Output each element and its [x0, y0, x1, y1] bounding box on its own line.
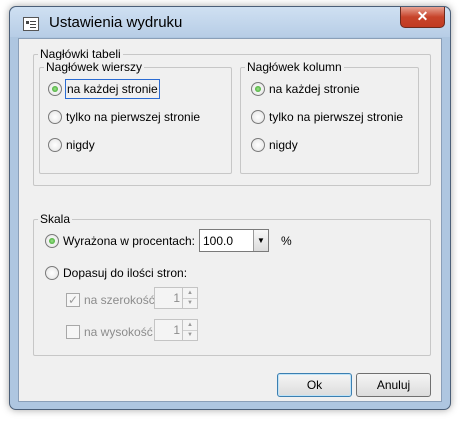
checkbox-label: na wysokość [84, 325, 153, 339]
cancel-button[interactable]: Anuluj [356, 373, 431, 397]
ok-button[interactable]: Ok [277, 373, 352, 397]
radio-button[interactable] [251, 110, 265, 124]
column-header-group: Nagłówek kolumn na każdej stronie tylko … [240, 60, 419, 174]
title-bar: Ustawienia wydruku ✕ [10, 7, 450, 37]
table-headers-group: Nagłówki tabeli Nagłówek wierszy na każd… [33, 47, 431, 186]
scale-group: Skala Wyrażona w procentach: 100.0 ▼ % D… [33, 212, 431, 356]
radio-label: tylko na pierwszej stronie [269, 110, 404, 124]
radio-button[interactable] [45, 266, 59, 280]
radio-label: Dopasuj do ilości stron: [63, 266, 188, 280]
print-settings-dialog: Ustawienia wydruku ✕ Nagłówki tabeli Nag… [9, 6, 451, 410]
scale-legend: Skala [38, 212, 73, 226]
radio-button[interactable] [48, 138, 62, 152]
radio-label: na każdej stronie [65, 79, 160, 99]
height-pages-spinner[interactable]: 1 ▲ ▼ [154, 319, 198, 341]
radio-button[interactable] [48, 110, 62, 124]
table-headers-legend: Nagłówki tabeli [38, 47, 123, 61]
row-header-legend: Nagłówek wierszy [44, 60, 145, 74]
percent-value: 100.0 [203, 234, 234, 248]
close-button[interactable]: ✕ [400, 7, 445, 28]
radio-label: nigdy [269, 138, 298, 152]
spin-down-icon[interactable]: ▼ [183, 298, 197, 308]
spinner-value: 1 [173, 323, 180, 337]
document-settings-icon [23, 17, 39, 31]
column-header-legend: Nagłówek kolumn [245, 60, 344, 74]
spinner-arrows: ▲ ▼ [182, 288, 197, 308]
radio-button[interactable] [45, 234, 59, 248]
spinner-value: 1 [173, 291, 180, 305]
window-title: Ustawienia wydruku [49, 14, 183, 31]
radio-button[interactable] [251, 138, 265, 152]
radio-label: na każdej stronie [269, 82, 360, 96]
radio-label: nigdy [66, 138, 95, 152]
radio-button[interactable] [48, 82, 62, 96]
spinner-arrows: ▲ ▼ [182, 320, 197, 340]
radio-button[interactable] [251, 82, 265, 96]
width-pages-spinner[interactable]: 1 ▲ ▼ [154, 287, 198, 309]
checkbox[interactable] [66, 325, 80, 339]
checkbox-label: na szerokość [84, 293, 155, 307]
dialog-body: Nagłówki tabeli Nagłówek wierszy na każd… [18, 38, 442, 402]
spin-down-icon[interactable]: ▼ [183, 330, 197, 340]
percent-unit: % [281, 234, 292, 248]
percent-combobox[interactable]: 100.0 ▼ [199, 229, 269, 252]
checkbox[interactable] [66, 291, 80, 309]
radio-label: Wyrażona w procentach: [63, 234, 195, 248]
row-header-group: Nagłówek wierszy na każdej stronie tylko… [39, 60, 232, 174]
radio-label: tylko na pierwszej stronie [66, 110, 201, 124]
dropdown-arrow-icon[interactable]: ▼ [253, 230, 268, 251]
close-icon: ✕ [416, 8, 429, 24]
